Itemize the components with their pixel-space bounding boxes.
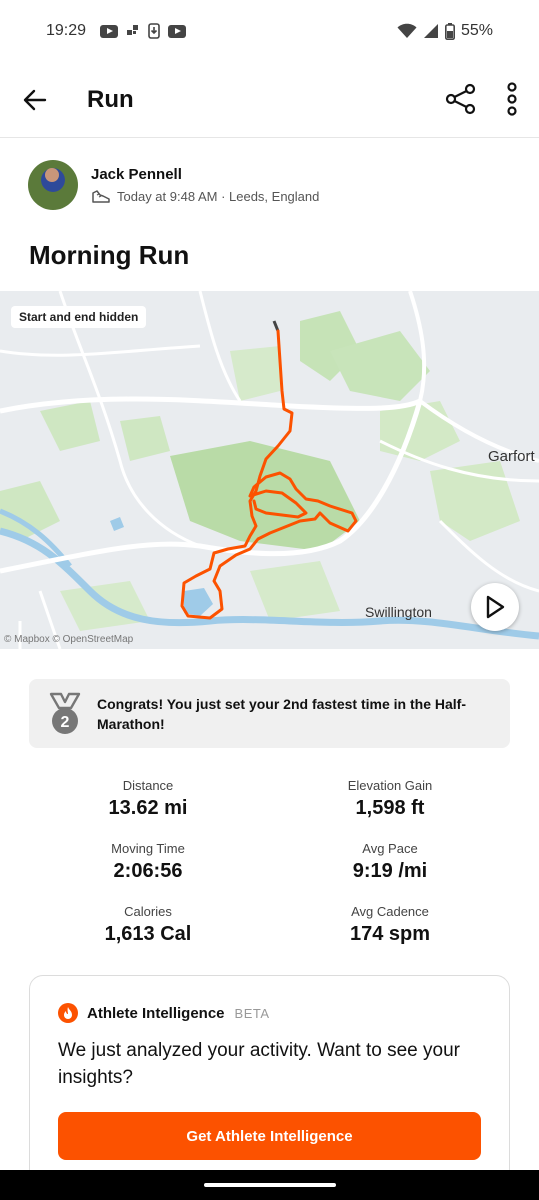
status-notifications [100, 23, 187, 39]
youtube-icon [168, 24, 187, 38]
athlete-name[interactable]: Jack Pennell [91, 166, 319, 183]
map-background [0, 291, 539, 649]
stat-moving-time: Moving Time 2:06:56 [48, 841, 248, 883]
medal-number: 2 [61, 714, 70, 731]
avatar[interactable] [28, 160, 78, 210]
stat-calories: Calories 1,613 Cal [48, 904, 248, 946]
athlete-info: Jack Pennell Today at 9:48 AM · Leeds, E… [91, 166, 319, 204]
map-label-swillington: Swillington [365, 604, 432, 620]
youtube-icon [100, 24, 119, 38]
activity-datetime-location: Today at 9:48 AM · Leeds, England [117, 189, 320, 204]
route-map[interactable]: Start and end hidden Garfort Swillington… [0, 291, 539, 649]
play-icon [486, 595, 505, 619]
flame-icon [58, 1003, 78, 1023]
stat-distance: Distance 13.62 mi [48, 778, 248, 820]
download-icon [148, 23, 160, 39]
athlete-intelligence-card: Athlete Intelligence BETA We just analyz… [29, 975, 510, 1200]
activity-meta: Today at 9:48 AM · Leeds, England [91, 189, 319, 204]
athlete-header[interactable]: Jack Pennell Today at 9:48 AM · Leeds, E… [28, 160, 319, 210]
stat-avg-pace: Avg Pace 9:19 /mi [290, 841, 490, 883]
achievement-banner[interactable]: 2 Congrats! You just set your 2nd fastes… [29, 679, 510, 748]
home-gesture-handle[interactable] [204, 1183, 336, 1187]
more-options-button[interactable] [498, 82, 526, 116]
stat-value: 9:19 /mi [352, 860, 428, 882]
athlete-intelligence-header: Athlete Intelligence BETA [58, 1003, 481, 1023]
play-flyover-button[interactable] [471, 583, 519, 631]
arrow-left-icon [23, 89, 47, 110]
system-nav-bar [0, 1170, 539, 1200]
signal-icon [423, 24, 438, 38]
battery-icon [444, 22, 455, 40]
share-icon [445, 83, 476, 115]
athlete-intelligence-body: We just analyzed your activity. Want to … [58, 1040, 460, 1088]
stat-value: 1,613 Cal [104, 923, 192, 945]
stat-elevation-gain: Elevation Gain 1,598 ft [290, 778, 490, 820]
stat-label: Calories [124, 904, 172, 919]
stat-value: 2:06:56 [113, 860, 183, 882]
more-vertical-icon [507, 82, 517, 116]
activity-title: Morning Run [29, 240, 190, 270]
battery-percentage: 55% [460, 22, 493, 39]
get-athlete-intelligence-button[interactable]: Get Athlete Intelligence [58, 1112, 481, 1160]
page-title: Run [87, 85, 134, 113]
stat-label: Avg Pace [362, 841, 418, 856]
notification-icon [127, 25, 139, 35]
athlete-intelligence-title: Athlete Intelligence [87, 1004, 225, 1022]
wifi-icon [397, 23, 417, 38]
map-attribution[interactable]: © Mapbox © OpenStreetMap [4, 634, 133, 645]
map-label-garforth: Garfort [488, 448, 535, 465]
achievement-text: Congrats! You just set your 2nd fastest … [97, 695, 466, 732]
status-system: 55% [397, 22, 493, 40]
stat-value: 174 spm [349, 923, 431, 945]
shoe-icon [92, 189, 110, 203]
privacy-chip: Start and end hidden [11, 306, 147, 328]
stat-value: 13.62 mi [108, 797, 188, 819]
status-bar: 19:29 55% [0, 0, 539, 62]
status-time: 19:29 [46, 22, 87, 39]
stat-avg-cadence: Avg Cadence 174 spm [290, 904, 490, 946]
beta-badge: BETA [234, 1005, 270, 1021]
stat-label: Distance [122, 778, 174, 793]
stat-label: Moving Time [111, 841, 185, 856]
stat-label: Avg Cadence [351, 904, 429, 919]
app-bar: Run [0, 62, 539, 138]
stat-label: Elevation Gain [347, 778, 433, 793]
stat-value: 1,598 ft [355, 797, 425, 819]
back-button[interactable] [18, 83, 52, 117]
medal-icon: 2 [49, 692, 81, 734]
share-button[interactable] [444, 82, 478, 116]
